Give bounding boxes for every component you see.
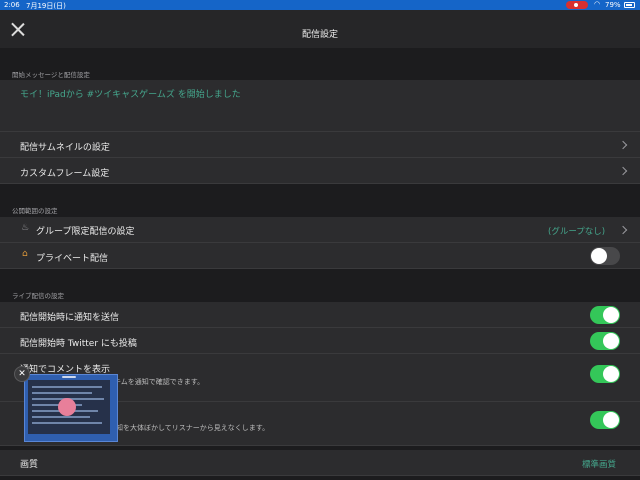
notify-label: 配信開始時に通知を送信 (20, 313, 120, 323)
private-broadcast-toggle[interactable] (590, 247, 620, 265)
nav-bar: 配信設定 (0, 10, 640, 48)
quality-label: 画質 (20, 460, 39, 470)
battery-percent: 79% (605, 1, 621, 9)
group-limited-row[interactable]: ♨ グループ限定配信の設定 (グループなし) (0, 217, 640, 243)
custom-frame-label: カスタムフレーム設定 (20, 169, 110, 179)
pip-drag-handle[interactable] (62, 376, 76, 378)
picture-in-picture-window[interactable]: ✕ (14, 366, 118, 444)
start-message-text[interactable]: モイ！iPadから #ツイキャスゲームズ を開始しました (20, 87, 241, 100)
wifi-icon: ◠ (594, 0, 601, 8)
status-time: 2:06 (4, 1, 20, 9)
custom-frame-row[interactable]: カスタムフレーム設定 (0, 158, 640, 184)
page-title: 配信設定 (301, 30, 338, 40)
screen-record-icon[interactable] (566, 1, 588, 9)
thumbnail-settings-label: 配信サムネイルの設定 (20, 143, 110, 153)
pip-avatar (58, 398, 76, 416)
notify-row: 配信開始時に通知を送信 (0, 302, 640, 328)
group-value: (グループなし) (548, 227, 606, 237)
blur-subtext: 知を大体ぼかしてリスナーから見えなくします。 (116, 424, 270, 432)
chevron-right-icon (618, 166, 628, 176)
pip-close-icon[interactable]: ✕ (14, 366, 30, 382)
twitter-toggle[interactable] (590, 332, 620, 350)
status-bar: 2:06 7月19日(日) ◠ 79% (0, 0, 640, 10)
group-limited-label: グループ限定配信の設定 (36, 227, 135, 237)
comment-notify-subtext: テムを通知で確認できます。 (114, 378, 205, 386)
quality-value: 標準画質 (582, 460, 617, 470)
group-icon: ♨ (21, 223, 30, 233)
private-broadcast-row: ⌂ プライベート配信 (0, 243, 640, 269)
quality-row[interactable]: 画質 標準画質 (0, 450, 640, 476)
notify-toggle[interactable] (590, 306, 620, 324)
chevron-right-icon (618, 140, 628, 150)
twitter-row: 配信開始時 Twitter にも投稿 (0, 328, 640, 354)
section-header-start-message: 開始メッセージと配信設定 (12, 71, 90, 79)
battery-icon (624, 2, 635, 8)
chevron-right-icon (618, 225, 628, 235)
private-broadcast-label: プライベート配信 (36, 254, 109, 264)
section-header-live: ライブ配信の設定 (12, 292, 64, 300)
thumbnail-settings-row[interactable]: 配信サムネイルの設定 (0, 132, 640, 158)
twitter-label: 配信開始時 Twitter にも投稿 (20, 339, 137, 349)
lock-icon: ⌂ (22, 249, 28, 259)
comment-notify-toggle[interactable] (590, 365, 620, 383)
section-header-visibility: 公開範囲の設定 (12, 207, 58, 215)
blur-toggle[interactable] (590, 411, 620, 429)
